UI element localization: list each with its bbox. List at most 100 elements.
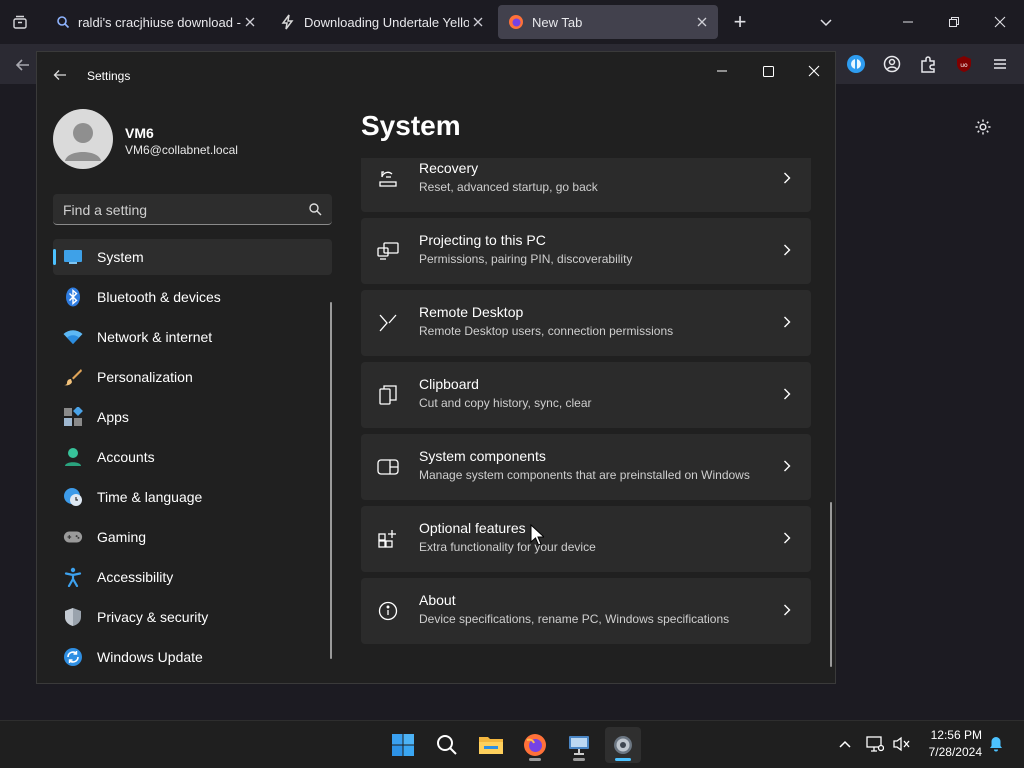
card-about[interactable]: About Device specifications, rename PC, …	[361, 578, 811, 644]
user-email: VM6@collabnet.local	[125, 143, 238, 157]
firefox-icon[interactable]	[517, 727, 553, 763]
ublock-icon[interactable]: uo	[952, 52, 976, 76]
account-icon[interactable]	[880, 52, 904, 76]
extensions-icon[interactable]	[916, 52, 940, 76]
sidebar-item-bluetooth[interactable]: Bluetooth & devices	[53, 279, 332, 315]
clock-time[interactable]: 12:56 PM	[912, 728, 982, 742]
sidebar-item-accounts[interactable]: Accounts	[53, 439, 332, 475]
sidebar-item-accessibility[interactable]: Accessibility	[53, 559, 332, 595]
sidebar-scrollbar[interactable]	[330, 302, 332, 659]
clipboard-icon	[377, 384, 399, 406]
running-indicator	[615, 758, 631, 761]
firefox-icon	[508, 14, 524, 30]
volume-muted-icon[interactable]	[893, 735, 911, 753]
card-clipboard[interactable]: Clipboard Cut and copy history, sync, cl…	[361, 362, 811, 428]
new-tab-button[interactable]: +	[728, 9, 752, 34]
avatar[interactable]	[53, 109, 113, 169]
content-scrollbar[interactable]	[830, 502, 832, 667]
card-system-components[interactable]: System components Manage system componen…	[361, 434, 811, 500]
search-icon[interactable]	[429, 727, 465, 763]
taskbar	[0, 720, 1024, 768]
chevron-up-icon[interactable]	[836, 735, 854, 753]
sidebar-item-windows-update[interactable]: Windows Update	[53, 639, 332, 675]
close-icon[interactable]	[791, 56, 835, 86]
settings-icon[interactable]	[605, 727, 641, 763]
bluetooth-icon	[63, 287, 83, 307]
card-optional-features[interactable]: Optional features Extra functionality fo…	[361, 506, 811, 572]
back-arrow-icon[interactable]	[12, 54, 34, 76]
tab-list-icon[interactable]	[6, 8, 34, 36]
browser-minimize-icon[interactable]	[886, 8, 930, 36]
chevron-right-icon	[781, 171, 793, 185]
chevron-down-icon[interactable]	[814, 10, 838, 34]
wifi-icon	[63, 327, 83, 347]
recovery-icon	[377, 168, 399, 190]
search-icon	[308, 202, 322, 216]
user-name: VM6	[125, 125, 154, 141]
network-icon[interactable]	[866, 735, 884, 753]
accessibility-icon	[63, 567, 83, 587]
close-tab-icon[interactable]	[242, 14, 258, 30]
tab-title: New Tab	[532, 14, 583, 30]
search-input[interactable]: Find a setting	[53, 194, 332, 225]
remote-desktop-icon	[377, 312, 399, 334]
card-recovery[interactable]: Recovery Reset, advanced startup, go bac…	[361, 158, 811, 212]
sidebar-item-network[interactable]: Network & internet	[53, 319, 332, 355]
card-subtitle: Remote Desktop users, connection permiss…	[419, 324, 674, 338]
card-subtitle: Permissions, pairing PIN, discoverabilit…	[419, 252, 633, 266]
selection-indicator	[53, 249, 56, 265]
settings-content: Recovery Reset, advanced startup, go bac…	[361, 158, 813, 683]
card-subtitle: Cut and copy history, sync, clear	[419, 396, 592, 410]
browser-tab-1[interactable]: Downloading Undertale Yellow	[270, 5, 494, 39]
browser-tab-0[interactable]: raldi's cracjhiuse download - Se	[46, 5, 266, 39]
browser-tab-bar: raldi's cracjhiuse download - Se Downloa…	[0, 0, 1024, 44]
sidebar-item-time-language[interactable]: Time & language	[53, 479, 332, 515]
card-subtitle: Extra functionality for your device	[419, 540, 596, 554]
vpn-extension-icon[interactable]	[844, 52, 868, 76]
tab-title: Downloading Undertale Yellow	[304, 14, 469, 30]
chevron-right-icon	[781, 531, 793, 545]
file-explorer-icon[interactable]	[473, 727, 509, 763]
card-title: Optional features	[419, 520, 526, 536]
browser-close-icon[interactable]	[978, 8, 1022, 36]
start-icon[interactable]	[385, 727, 421, 763]
sidebar-item-personalization[interactable]: Personalization	[53, 359, 332, 395]
menu-icon[interactable]	[988, 52, 1012, 76]
close-tab-icon[interactable]	[694, 14, 710, 30]
sidebar-item-gaming[interactable]: Gaming	[53, 519, 332, 555]
browser-tab-2[interactable]: New Tab	[498, 5, 718, 39]
remote-app-icon[interactable]	[561, 727, 597, 763]
card-subtitle: Device specifications, rename PC, Window…	[419, 612, 730, 626]
clock-date[interactable]: 7/28/2024	[912, 745, 982, 759]
notification-bell-icon[interactable]	[987, 735, 1005, 753]
sidebar-item-label: Network & internet	[97, 329, 213, 345]
maximize-icon[interactable]	[745, 56, 791, 86]
close-tab-icon[interactable]	[470, 14, 486, 30]
back-arrow-icon[interactable]	[51, 66, 69, 84]
gear-icon[interactable]	[970, 114, 996, 140]
browser-restore-icon[interactable]	[932, 8, 976, 36]
card-remote-desktop[interactable]: Remote Desktop Remote Desktop users, con…	[361, 290, 811, 356]
sidebar-item-label: Privacy & security	[97, 609, 209, 625]
accounts-icon	[63, 447, 83, 467]
projecting-icon	[377, 240, 399, 262]
sidebar-item-apps[interactable]: Apps	[53, 399, 332, 435]
chevron-right-icon	[781, 243, 793, 257]
apps-icon	[63, 407, 83, 427]
search-icon	[56, 15, 70, 29]
card-title: Recovery	[419, 160, 479, 176]
card-projecting-to-this-pc[interactable]: Projecting to this PC Permissions, pairi…	[361, 218, 811, 284]
sidebar-item-system[interactable]: System	[53, 239, 332, 275]
system-components-icon	[377, 456, 399, 478]
info-icon	[377, 600, 399, 622]
card-title: Clipboard	[419, 376, 479, 392]
sidebar-item-label: System	[97, 249, 144, 265]
minimize-icon[interactable]	[699, 56, 745, 86]
sidebar-item-label: Gaming	[97, 529, 147, 545]
chevron-right-icon	[781, 459, 793, 473]
chevron-right-icon	[781, 315, 793, 329]
sidebar-item-label: Bluetooth & devices	[97, 289, 221, 305]
sidebar-item-label: Windows Update	[97, 649, 203, 665]
sidebar-item-privacy-security[interactable]: Privacy & security	[53, 599, 332, 635]
system-icon	[63, 247, 83, 267]
